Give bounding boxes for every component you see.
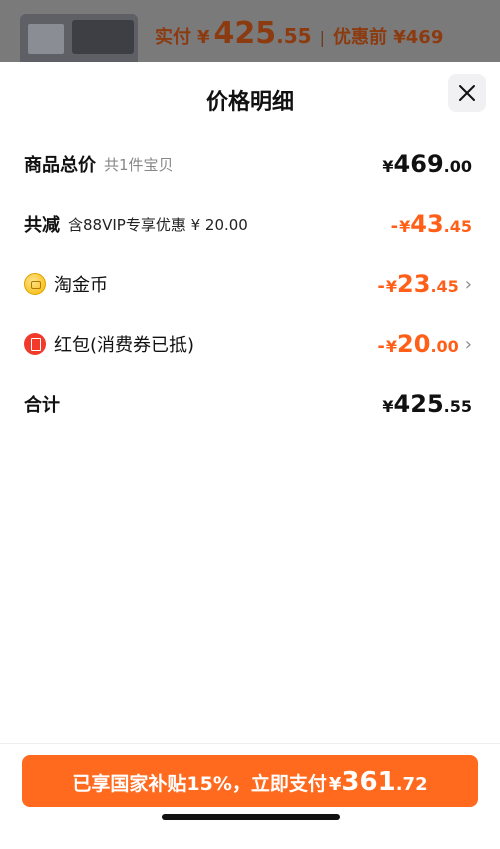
background-overlay[interactable]: 实付 ¥ 425 .55 | 优惠前 ¥469 — [0, 0, 500, 62]
taojinbi-amount: - ¥ 23 .45 — [377, 270, 458, 298]
amount-dec: .00 — [443, 157, 472, 176]
row-sum: 合计 ¥ 425 .55 — [24, 384, 472, 424]
amount-int: 23 — [397, 270, 431, 298]
currency: ¥ — [385, 337, 398, 356]
row-total-discount: 共减 含88VIP专享优惠 ¥ 20.00 - ¥ 43 .45 — [24, 204, 472, 244]
chevron-right-icon: › — [464, 273, 472, 295]
amount-dec: .00 — [430, 337, 459, 356]
discount-amount: - ¥ 43 .45 — [391, 210, 472, 238]
chevron-right-icon: › — [464, 333, 472, 355]
discount-label: 共减 — [24, 215, 60, 236]
pay-button-text: 已享国家补贴15%，立即支付 — [72, 773, 327, 795]
pay-amount-int: 361 — [341, 767, 396, 797]
actual-pay-dec: .55 — [276, 24, 312, 48]
item-total-label: 商品总价 — [24, 155, 96, 176]
pay-amount-dec: .72 — [395, 774, 428, 795]
row-taojinbi[interactable]: 淘金币 - ¥ 23 .45 › — [24, 264, 472, 304]
actual-pay-label: 实付 — [155, 27, 191, 48]
product-thumbnail — [20, 14, 138, 62]
amount-dec: .45 — [443, 217, 472, 236]
minus-sign: - — [377, 336, 385, 357]
vip-discount-note: 含88VIP专享优惠 ¥ 20.00 — [68, 215, 248, 234]
amount-int: 43 — [410, 210, 444, 238]
pay-now-button[interactable]: 已享国家补贴15%，立即支付 ¥ 361 .72 — [22, 755, 478, 807]
currency: ¥ — [382, 397, 394, 416]
amount-int: 20 — [397, 330, 431, 358]
currency: ¥ — [385, 277, 398, 296]
price-separator: | — [319, 28, 325, 47]
currency: ¥ — [382, 157, 394, 176]
taojinbi-label: 淘金币 — [54, 275, 108, 296]
close-button[interactable] — [448, 74, 486, 112]
original-price: 优惠前 ¥469 — [332, 27, 444, 48]
red-packet-label: 红包(消费券已抵) — [54, 335, 195, 356]
actual-pay-currency: ¥ — [197, 27, 210, 48]
minus-sign: - — [390, 216, 399, 237]
row-item-total: 商品总价 共1件宝贝 ¥ 469 .00 — [24, 144, 472, 184]
amount-dec: .55 — [443, 397, 472, 416]
product-image-box — [72, 20, 134, 54]
row-red-packet[interactable]: 红包(消费券已抵) - ¥ 20 .00 › — [24, 324, 472, 364]
pay-bar: 已享国家补贴15%，立即支付 ¥ 361 .72 — [0, 743, 500, 849]
sheet-title: 价格明细 — [205, 90, 294, 115]
red-packet-amount: - ¥ 20 .00 — [377, 330, 458, 358]
sum-label: 合计 — [24, 395, 60, 416]
actual-pay-int: 425 — [213, 16, 277, 51]
sum-amount: ¥ 425 .55 — [382, 390, 472, 418]
product-image-part — [28, 24, 64, 54]
close-icon — [459, 85, 475, 101]
amount-int: 469 — [393, 150, 444, 178]
item-total-amount: ¥ 469 .00 — [382, 150, 472, 178]
taojinbi-coin-icon — [24, 273, 46, 295]
currency: ¥ — [399, 217, 411, 236]
amount-dec: .45 — [430, 277, 459, 296]
red-packet-icon — [24, 333, 46, 355]
item-count: 共1件宝贝 — [104, 155, 174, 174]
price-detail-sheet: 价格明细 商品总价 共1件宝贝 ¥ 469 .00 共减 含88VIP专享优惠 … — [0, 62, 500, 849]
minus-sign: - — [377, 276, 385, 297]
home-indicator[interactable] — [162, 814, 340, 820]
background-price-summary: 实付 ¥ 425 .55 | 优惠前 ¥469 — [155, 16, 443, 52]
amount-int: 425 — [393, 390, 444, 418]
pay-currency: ¥ — [328, 774, 342, 795]
